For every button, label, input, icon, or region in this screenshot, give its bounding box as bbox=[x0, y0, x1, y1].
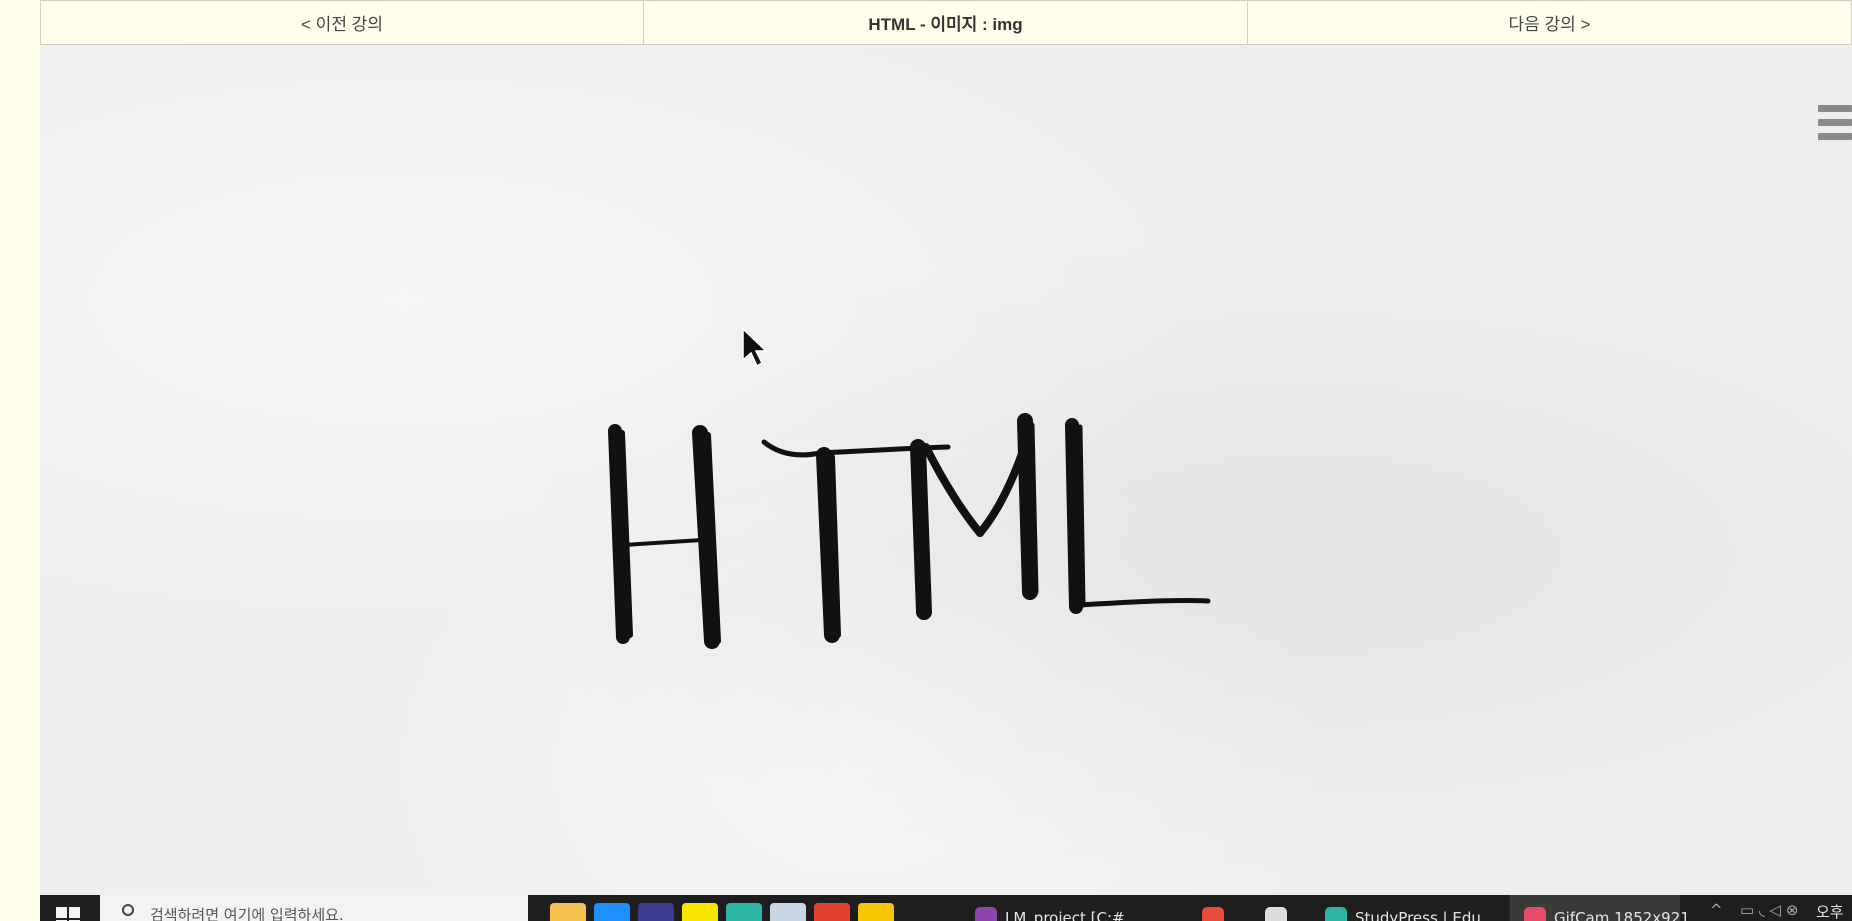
taskbar-search-placeholder: 검색하려면 여기에 입력하세요. bbox=[150, 906, 344, 921]
chrome-icon[interactable] bbox=[814, 903, 850, 921]
file-explorer-icon[interactable] bbox=[550, 903, 586, 921]
tray-chevron-icon[interactable]: ^ bbox=[1710, 901, 1723, 919]
system-tray: ^ ▭ ◟ ◁ ⊗ 오후 bbox=[1692, 895, 1852, 921]
page-title: HTML - 이미지 : img bbox=[644, 0, 1248, 45]
window-title: GifCam 1852x921 bbox=[1554, 909, 1690, 921]
next-lecture-link[interactable]: 다음 강의 > bbox=[1248, 0, 1852, 45]
window-title: StudyPress | Edu bbox=[1355, 909, 1481, 921]
prev-lecture-link[interactable]: < 이전 강의 bbox=[40, 0, 645, 45]
internet-explorer-icon[interactable] bbox=[594, 903, 630, 921]
html-sketch-drawing bbox=[608, 413, 1211, 649]
kakao-yellow-icon[interactable] bbox=[858, 903, 894, 921]
window-app-icon bbox=[1524, 907, 1546, 921]
tray-icons[interactable]: ▭ ◟ ◁ ⊗ bbox=[1740, 901, 1798, 919]
database-icon[interactable] bbox=[770, 903, 806, 921]
mouse-cursor-icon bbox=[742, 328, 768, 368]
window-app-icon bbox=[975, 907, 997, 921]
window-title: LM_project [C:# bbox=[1005, 909, 1125, 921]
taskbar-window-4[interactable]: GifCam 1852x921 bbox=[1510, 895, 1690, 921]
window-app-icon bbox=[1265, 907, 1287, 921]
lecture-video-stage bbox=[40, 45, 1852, 895]
taskbar-window-2[interactable] bbox=[1265, 895, 1295, 921]
taskbar-window-3[interactable]: StudyPress | Edu bbox=[1325, 895, 1481, 921]
eclipse-icon[interactable] bbox=[638, 903, 674, 921]
taskbar-search-input[interactable]: 검색하려면 여기에 입력하세요. bbox=[100, 895, 528, 921]
window-app-icon bbox=[1202, 907, 1224, 921]
kakaotalk-icon[interactable] bbox=[682, 903, 718, 921]
handwritten-html-text bbox=[608, 413, 1211, 649]
taskbar-window-1[interactable] bbox=[1202, 895, 1232, 921]
window-app-icon bbox=[1325, 907, 1347, 921]
lecture-nav-bar: < 이전 강의 HTML - 이미지 : img 다음 강의 > bbox=[40, 0, 1852, 45]
windows-start-icon[interactable] bbox=[56, 907, 80, 921]
clock-label[interactable]: 오후 bbox=[1816, 901, 1844, 921]
edge-icon[interactable] bbox=[726, 903, 762, 921]
windows-taskbar: 검색하려면 여기에 입력하세요. LM_project [C:# StudyPre… bbox=[40, 895, 1852, 921]
search-icon bbox=[122, 904, 134, 916]
taskbar-window-0[interactable]: LM_project [C:# bbox=[975, 895, 1125, 921]
taskbar-pinned-apps bbox=[550, 903, 894, 921]
